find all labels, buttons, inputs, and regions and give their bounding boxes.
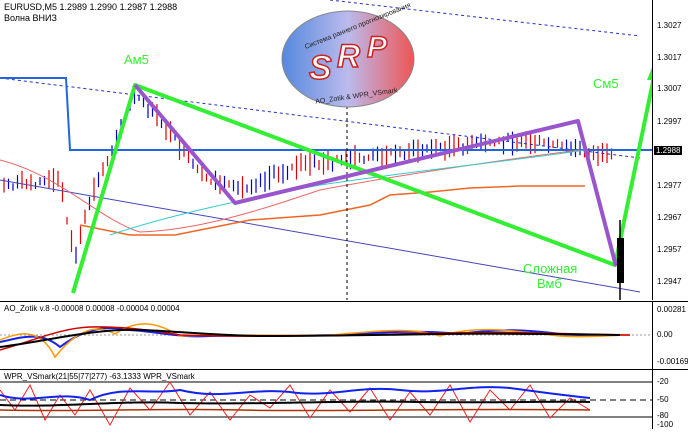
- price-axis: 1.3027 1.3017 1.3007 1.2997 1.2988 1.297…: [652, 0, 688, 300]
- price-tick: 1.3017: [657, 53, 682, 62]
- current-price-box: 1.2988: [654, 146, 683, 155]
- ao-tick: 0.00: [657, 330, 673, 339]
- wpr-tick: -20: [657, 377, 669, 386]
- price-pane[interactable]: EURUSD,M5 1.2989 1.2990 1.2987 1.2988 Во…: [0, 0, 663, 428]
- symbol-header: EURUSD,M5 1.2989 1.2990 1.2987 1.2988: [4, 2, 178, 12]
- wpr-axis: -20 -50 -80 -100: [652, 369, 688, 429]
- price-tick: 1.2947: [657, 277, 682, 286]
- ao-tick: -0.00169: [657, 357, 688, 366]
- wave-label-c: См5: [593, 76, 619, 91]
- price-tick: 1.2977: [657, 181, 682, 190]
- wpr-line-blue: [0, 386, 591, 402]
- ao-line-orange: [0, 323, 631, 359]
- svg-text:S: S: [309, 49, 332, 87]
- price-tick: 1.2967: [657, 213, 682, 222]
- price-tick: 1.3027: [657, 21, 682, 30]
- ao-line-blue: [0, 326, 621, 349]
- wpr-line-black: [0, 400, 591, 407]
- srp-logo: S R P Система раннего прогнозирования AO…: [281, 2, 415, 109]
- wpr-panel[interactable]: WPR_VSmark(21|55|77|277) -63.1333 WPR_VS…: [0, 369, 652, 429]
- wpr-tick: -50: [657, 395, 669, 404]
- wave-direction-label: Волна ВНИЗ: [4, 13, 57, 23]
- wave-label-complex: Сложная: [523, 261, 578, 276]
- wave-label-a: Ам5: [124, 52, 149, 67]
- ma-orange: [79, 185, 585, 236]
- price-tick: 1.2997: [657, 117, 682, 126]
- price-tick: 1.2957: [657, 245, 682, 254]
- wpr-line-brown: [0, 408, 591, 412]
- ao-tick: 0.00281: [657, 305, 686, 314]
- wpr-panel-title: WPR_VSmark(21|55|77|277) -63.1333 WPR_VS…: [4, 372, 195, 381]
- wave-label-b: Вмб: [537, 276, 562, 291]
- ao-panel[interactable]: AO_Zotik v.8 -0.00008 0.00008 -0.00004 0…: [0, 301, 652, 369]
- candles-group: [3, 84, 613, 264]
- svg-text:P: P: [367, 31, 388, 64]
- ao-axis: 0.00281 0.00 -0.00169: [652, 301, 688, 369]
- wpr-tick: -80: [657, 411, 669, 420]
- ao-panel-title: AO_Zotik v.8 -0.00008 0.00008 -0.00004 0…: [4, 304, 180, 313]
- price-tick: 1.3007: [657, 84, 682, 93]
- chart-window: EURUSD,M5 1.2989 1.2990 1.2987 1.2988 Во…: [0, 0, 688, 429]
- svg-text:R: R: [337, 38, 360, 74]
